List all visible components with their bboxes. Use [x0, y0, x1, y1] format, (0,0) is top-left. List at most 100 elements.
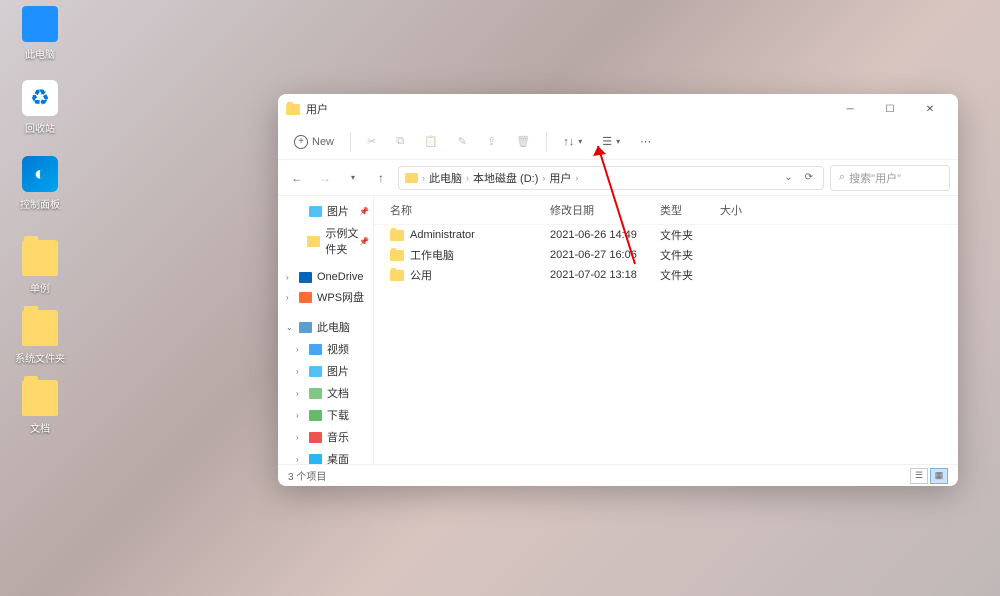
icon-label: 回收站 — [10, 120, 70, 135]
folder-icon — [22, 380, 58, 416]
icon-label: 单例 — [10, 280, 70, 295]
table-row[interactable]: 工作电脑2021-06-27 16:06文件夹 — [374, 245, 958, 265]
sidebar-item[interactable]: ›OneDrive — [278, 268, 373, 286]
rename-button[interactable]: ✎ — [450, 131, 475, 152]
col-name[interactable]: 名称 — [390, 200, 550, 220]
recent-button[interactable]: ▾ — [342, 167, 364, 189]
sidebar-label: 下载 — [327, 407, 349, 423]
chevron-icon: › — [286, 273, 294, 282]
view-button[interactable]: ☰ ▾ — [594, 131, 628, 152]
tree-icon — [307, 236, 320, 247]
sidebar-item[interactable]: 图片 📌 — [278, 200, 373, 222]
sidebar-item[interactable]: › 音乐 — [278, 426, 373, 448]
table-row[interactable]: Administrator2021-06-26 14:49文件夹 — [374, 225, 958, 245]
desktop-icon-folder[interactable]: 系统文件夹 — [10, 310, 70, 365]
tree-icon — [309, 454, 322, 465]
chevron-icon: › — [296, 411, 304, 420]
sidebar-item[interactable]: 示例文件夹📌 — [278, 222, 373, 260]
tree-icon — [309, 388, 322, 399]
breadcrumb-item[interactable]: 用户 — [549, 170, 571, 186]
titlebar[interactable]: 用户 ─ ☐ ✕ — [278, 94, 958, 124]
tree-icon — [299, 272, 312, 283]
desktop-icon-bin[interactable]: 回收站 — [10, 80, 70, 135]
sidebar-label: 此电脑 — [317, 319, 350, 335]
chevron-icon: › — [296, 389, 304, 398]
sidebar-item[interactable]: › 图片 — [278, 360, 373, 382]
folder-icon — [390, 250, 404, 261]
window-title: 用户 — [306, 101, 328, 117]
col-type[interactable]: 类型 — [660, 200, 720, 220]
up-button[interactable]: ↑ — [370, 167, 392, 189]
icons-view-button[interactable]: ▦ — [930, 468, 948, 484]
address-bar[interactable]: › 此电脑 › 本地磁盘 (D:) › 用户 › ⌄ ⟳ — [398, 166, 824, 190]
column-headers[interactable]: 名称 修改日期 类型 大小 — [374, 196, 958, 225]
sidebar-item[interactable]: › 视频 — [278, 338, 373, 360]
tree-icon — [299, 322, 312, 333]
chevron-icon: › — [286, 293, 294, 302]
dropdown-icon[interactable]: ⌄ — [780, 172, 796, 183]
sidebar-item[interactable]: ›桌面 — [278, 448, 373, 464]
table-row[interactable]: 公用 2021-07-02 13:18文件夹 — [374, 265, 958, 285]
tree-icon — [309, 366, 322, 377]
icon-label: 此电脑 — [10, 46, 70, 61]
sidebar-label: 音乐 — [327, 429, 349, 445]
desktop-icon-folder[interactable]: 单例 — [10, 240, 70, 295]
refresh-button[interactable]: ⟳ — [801, 172, 817, 183]
tree-icon — [309, 344, 322, 355]
sidebar-item[interactable]: ⌄此电脑 — [278, 316, 373, 338]
sidebar-label: 桌面 — [327, 451, 349, 464]
content-pane: 名称 修改日期 类型 大小 Administrator 2021-06-26 14… — [374, 196, 958, 464]
sidebar-label: 图片 — [327, 363, 349, 379]
back-button[interactable]: ← — [286, 167, 308, 189]
details-view-button[interactable]: ☰ — [910, 468, 928, 484]
cut-button[interactable]: ✂ — [359, 131, 384, 152]
new-button[interactable]: + New — [286, 131, 342, 153]
chevron-icon: › — [296, 433, 304, 442]
folder-icon — [390, 230, 404, 241]
breadcrumb-item[interactable]: 本地磁盘 (D:) — [473, 170, 538, 186]
folder-icon — [390, 270, 404, 281]
bin-icon — [22, 80, 58, 116]
file-type: 文件夹 — [660, 247, 720, 263]
file-date: 2021-07-02 13:18 — [550, 269, 660, 281]
desktop-icon-panel[interactable]: 控制面板 — [10, 156, 70, 211]
file-explorer-window: 用户 ─ ☐ ✕ + New ✂ ⧉ 📋 ✎ ⇪ 🗑 ↑↓ ▾ ☰ ▾ ⋯ ← … — [278, 94, 958, 486]
tree-icon — [299, 292, 312, 303]
icon-label: 文档 — [10, 420, 70, 435]
sort-button[interactable]: ↑↓ ▾ — [555, 132, 590, 152]
panel-icon — [22, 156, 58, 192]
chevron-icon: › — [296, 345, 304, 354]
copy-button[interactable]: ⧉ — [388, 131, 412, 152]
sidebar-item[interactable]: ›WPS网盘 — [278, 286, 373, 308]
file-name: 公用 — [410, 267, 432, 283]
desktop-icon-folder[interactable]: 文档 — [10, 380, 70, 435]
col-size[interactable]: 大小 — [720, 200, 770, 220]
paste-button[interactable]: 📋 — [416, 131, 446, 152]
file-date: 2021-06-26 14:49 — [550, 229, 660, 241]
share-button[interactable]: ⇪ — [479, 131, 504, 152]
statusbar: 3 个项目 ☰ ▦ — [278, 464, 958, 486]
file-type: 文件夹 — [660, 267, 720, 283]
desktop-icon-pc[interactable]: 此电脑 — [10, 6, 70, 61]
maximize-button[interactable]: ☐ — [870, 95, 910, 123]
breadcrumb-item[interactable]: 此电脑 — [429, 170, 462, 186]
sidebar-item[interactable]: ›文档 — [278, 382, 373, 404]
pin-icon: 📌 — [359, 207, 369, 216]
minimize-button[interactable]: ─ — [830, 95, 870, 123]
close-button[interactable]: ✕ — [910, 95, 950, 123]
file-name: Administrator — [410, 229, 475, 241]
more-button[interactable]: ⋯ — [632, 131, 659, 152]
col-date[interactable]: 修改日期 — [550, 200, 660, 220]
sidebar-item[interactable]: › 下载 — [278, 404, 373, 426]
file-date: 2021-06-27 16:06 — [550, 249, 660, 261]
forward-button[interactable]: → — [314, 167, 336, 189]
icon-label: 系统文件夹 — [10, 350, 70, 365]
search-input[interactable]: ⌕ 搜索"用户" — [830, 165, 950, 191]
chevron-icon: › — [296, 367, 304, 376]
delete-button[interactable]: 🗑 — [508, 131, 538, 152]
sidebar-label: 图片 — [327, 203, 349, 219]
sidebar-label: 视频 — [327, 341, 349, 357]
navbar: ← → ▾ ↑ › 此电脑 › 本地磁盘 (D:) › 用户 › ⌄ ⟳ ⌕ 搜… — [278, 160, 958, 196]
icon-label: 控制面板 — [10, 196, 70, 211]
pin-icon: 📌 — [359, 237, 369, 246]
